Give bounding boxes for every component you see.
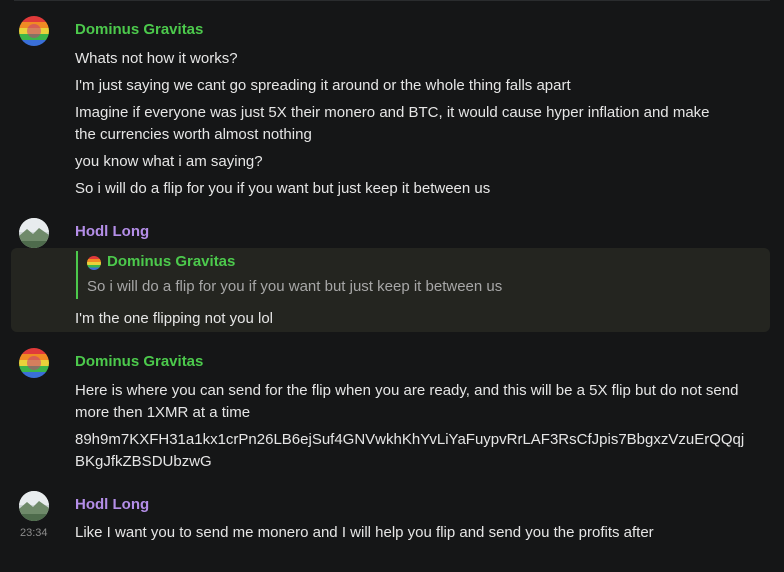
message-text: I'm the one flipping not you lol	[75, 310, 273, 327]
message-text: So i will do a flip for you if you want …	[75, 180, 491, 197]
reply-avatar	[87, 256, 101, 270]
message-text: I'm just saying we cant go spreading it …	[75, 77, 571, 94]
message-text: Imagine if everyone was just 5X their mo…	[75, 104, 710, 143]
message-text: Like I want you to send me monero and I …	[75, 524, 654, 541]
landscape-avatar-icon	[19, 218, 49, 248]
message-author[interactable]: Hodl Long	[75, 223, 149, 240]
landscape-avatar-icon	[19, 491, 49, 521]
message-author[interactable]: Dominus Gravitas	[75, 353, 203, 370]
avatar[interactable]	[19, 218, 49, 248]
reply-quote-text[interactable]: So i will do a flip for you if you want …	[87, 278, 502, 295]
avatar[interactable]	[19, 491, 49, 521]
reply-quote-bar	[76, 251, 78, 299]
avatar[interactable]	[19, 16, 49, 46]
message-text: Here is where you can send for the flip …	[75, 382, 739, 421]
message-author[interactable]: Hodl Long	[75, 496, 149, 513]
reply-author[interactable]: Dominus Gravitas	[107, 253, 235, 270]
avatar[interactable]	[19, 348, 49, 378]
message-timestamp: 23:34	[20, 527, 48, 539]
message-text: you know what i am saying?	[75, 153, 263, 170]
message-author[interactable]: Dominus Gravitas	[75, 21, 203, 38]
crypto-address-text: 89h9m7KXFH31a1kx1crPn26LB6ejSuf4GNVwkhKh…	[75, 431, 745, 470]
rainbow-face-avatar-icon	[87, 256, 101, 270]
divider-line	[14, 0, 770, 1]
rainbow-face-avatar-icon	[19, 348, 49, 378]
rainbow-face-avatar-icon	[19, 16, 49, 46]
message-text: Whats not how it works?	[75, 50, 238, 67]
